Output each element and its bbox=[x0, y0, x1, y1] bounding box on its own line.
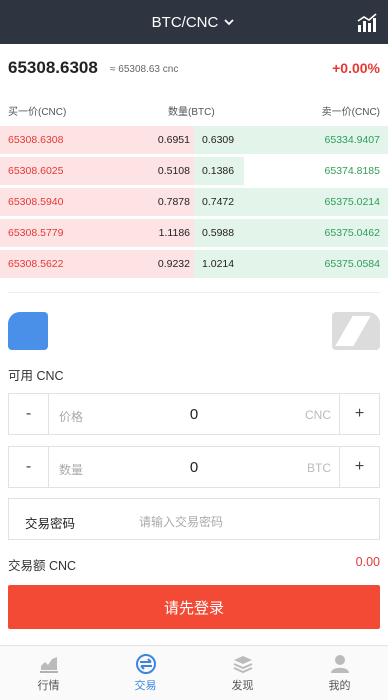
buy-price: 65308.6308 bbox=[8, 134, 64, 146]
quantity-header: 数量(BTC) bbox=[168, 107, 215, 118]
kline-chart-icon[interactable] bbox=[356, 12, 378, 34]
trade-icon bbox=[135, 654, 156, 674]
buy-price: 65308.6025 bbox=[8, 165, 64, 177]
nav-market[interactable]: 行情 bbox=[0, 646, 97, 700]
nav-discover[interactable]: 发现 bbox=[194, 646, 291, 700]
nav-label: 发现 bbox=[231, 680, 254, 692]
layers-icon bbox=[233, 656, 252, 674]
price-value: 0 bbox=[189, 406, 199, 423]
buy-price-header: 买一价(CNC) bbox=[8, 107, 67, 118]
approx-price: ≈ 65308.63 cnc bbox=[110, 64, 179, 75]
sell-price: 65375.0584 bbox=[324, 258, 380, 270]
orderbook-header: 买一价(CNC) 数量(BTC) 卖一价(CNC) bbox=[0, 100, 388, 118]
nav-trade[interactable]: 交易 bbox=[97, 646, 194, 700]
buy-quantity: 0.9232 bbox=[157, 258, 190, 270]
sell-price: 65334.9407 bbox=[324, 134, 380, 146]
orderbook: 65308.6308 0.6951 0.6309 65334.9407 65308.60… bbox=[0, 126, 388, 281]
amount-value: 0.00 bbox=[355, 555, 380, 569]
price-change: +0.00% bbox=[332, 60, 380, 76]
sell-quantity: 1.0214 bbox=[202, 258, 235, 270]
buy-price: 65308.5779 bbox=[8, 227, 64, 239]
sell-tab[interactable] bbox=[332, 312, 380, 350]
buy-tab[interactable] bbox=[8, 312, 48, 350]
orderbook-row[interactable]: 65308.5779 1.1186 0.5988 65375.0462 bbox=[0, 219, 388, 247]
quantity-value: 0 bbox=[189, 459, 199, 476]
orderbook-row[interactable]: 65308.5622 0.9232 1.0214 65375.0584 bbox=[0, 250, 388, 278]
buy-quantity: 0.7878 bbox=[157, 196, 190, 208]
buy-quantity: 1.1186 bbox=[158, 227, 190, 239]
orderbook-row[interactable]: 65308.6025 0.5108 0.1386 65374.8185 bbox=[0, 157, 388, 185]
top-bar: BTC/CNC bbox=[0, 0, 388, 44]
password-label: 交易密码 bbox=[25, 517, 76, 531]
nav-label: 行情 bbox=[37, 680, 60, 692]
price-stepper: - 价格 0 CNC + bbox=[8, 393, 380, 435]
sell-price-header: 卖一价(CNC) bbox=[321, 107, 380, 118]
price-increase-button[interactable]: + bbox=[339, 394, 379, 434]
buy-price: 65308.5940 bbox=[8, 196, 64, 208]
trade-amount: 交易额 CNC 0.00 bbox=[8, 552, 380, 573]
buy-price: 65308.5622 bbox=[8, 258, 64, 270]
buy-quantity: 0.5108 bbox=[157, 165, 190, 177]
quantity-increase-button[interactable]: + bbox=[339, 447, 379, 487]
available-balance: 可用 CNC bbox=[8, 369, 64, 383]
price-input[interactable]: 价格 0 CNC bbox=[49, 394, 339, 434]
quantity-decrease-button[interactable]: - bbox=[9, 447, 49, 487]
nav-label: 我的 bbox=[328, 680, 351, 692]
quantity-stepper: - 数量 0 BTC + bbox=[8, 446, 380, 488]
chevron-down-icon bbox=[224, 19, 234, 26]
market-chart-icon bbox=[39, 657, 58, 673]
price-decrease-button[interactable]: - bbox=[9, 394, 49, 434]
sell-quantity: 0.1386 bbox=[202, 165, 235, 177]
nav-profile[interactable]: 我的 bbox=[291, 646, 388, 700]
bottom-nav: 行情 交易 发现 我的 bbox=[0, 645, 388, 700]
sell-quantity: 0.7472 bbox=[202, 196, 235, 208]
quantity-input[interactable]: 数量 0 BTC bbox=[49, 447, 339, 487]
trade-tabs bbox=[8, 312, 380, 352]
sell-price: 65375.0214 bbox=[324, 196, 380, 208]
sell-price: 65374.8185 bbox=[324, 165, 380, 177]
sell-quantity: 0.6309 bbox=[202, 134, 235, 146]
pair-selector[interactable]: BTC/CNC bbox=[152, 14, 237, 31]
orderbook-row[interactable]: 65308.5940 0.7878 0.7472 65375.0214 bbox=[0, 188, 388, 216]
login-button[interactable]: 请先登录 bbox=[8, 585, 380, 629]
nav-label: 交易 bbox=[134, 680, 157, 692]
divider bbox=[8, 292, 380, 293]
quantity-unit: BTC bbox=[307, 461, 331, 475]
trade-password-field[interactable]: 交易密码 请输入交易密码 bbox=[8, 498, 380, 540]
sell-price: 65375.0462 bbox=[324, 227, 380, 239]
buy-quantity: 0.6951 bbox=[157, 134, 190, 146]
sell-quantity: 0.5988 bbox=[202, 227, 235, 239]
password-placeholder: 请输入交易密码 bbox=[139, 515, 224, 529]
pair-title: BTC/CNC bbox=[151, 13, 219, 31]
orderbook-row[interactable]: 65308.6308 0.6951 0.6309 65334.9407 bbox=[0, 126, 388, 154]
user-icon bbox=[330, 655, 349, 673]
price-unit: CNC bbox=[305, 408, 331, 422]
amount-label: 交易额 CNC bbox=[8, 559, 77, 573]
last-price: 65308.6308 bbox=[8, 58, 98, 77]
ticker-row: 65308.6308 ≈ 65308.63 cnc +0.00% bbox=[0, 54, 388, 84]
